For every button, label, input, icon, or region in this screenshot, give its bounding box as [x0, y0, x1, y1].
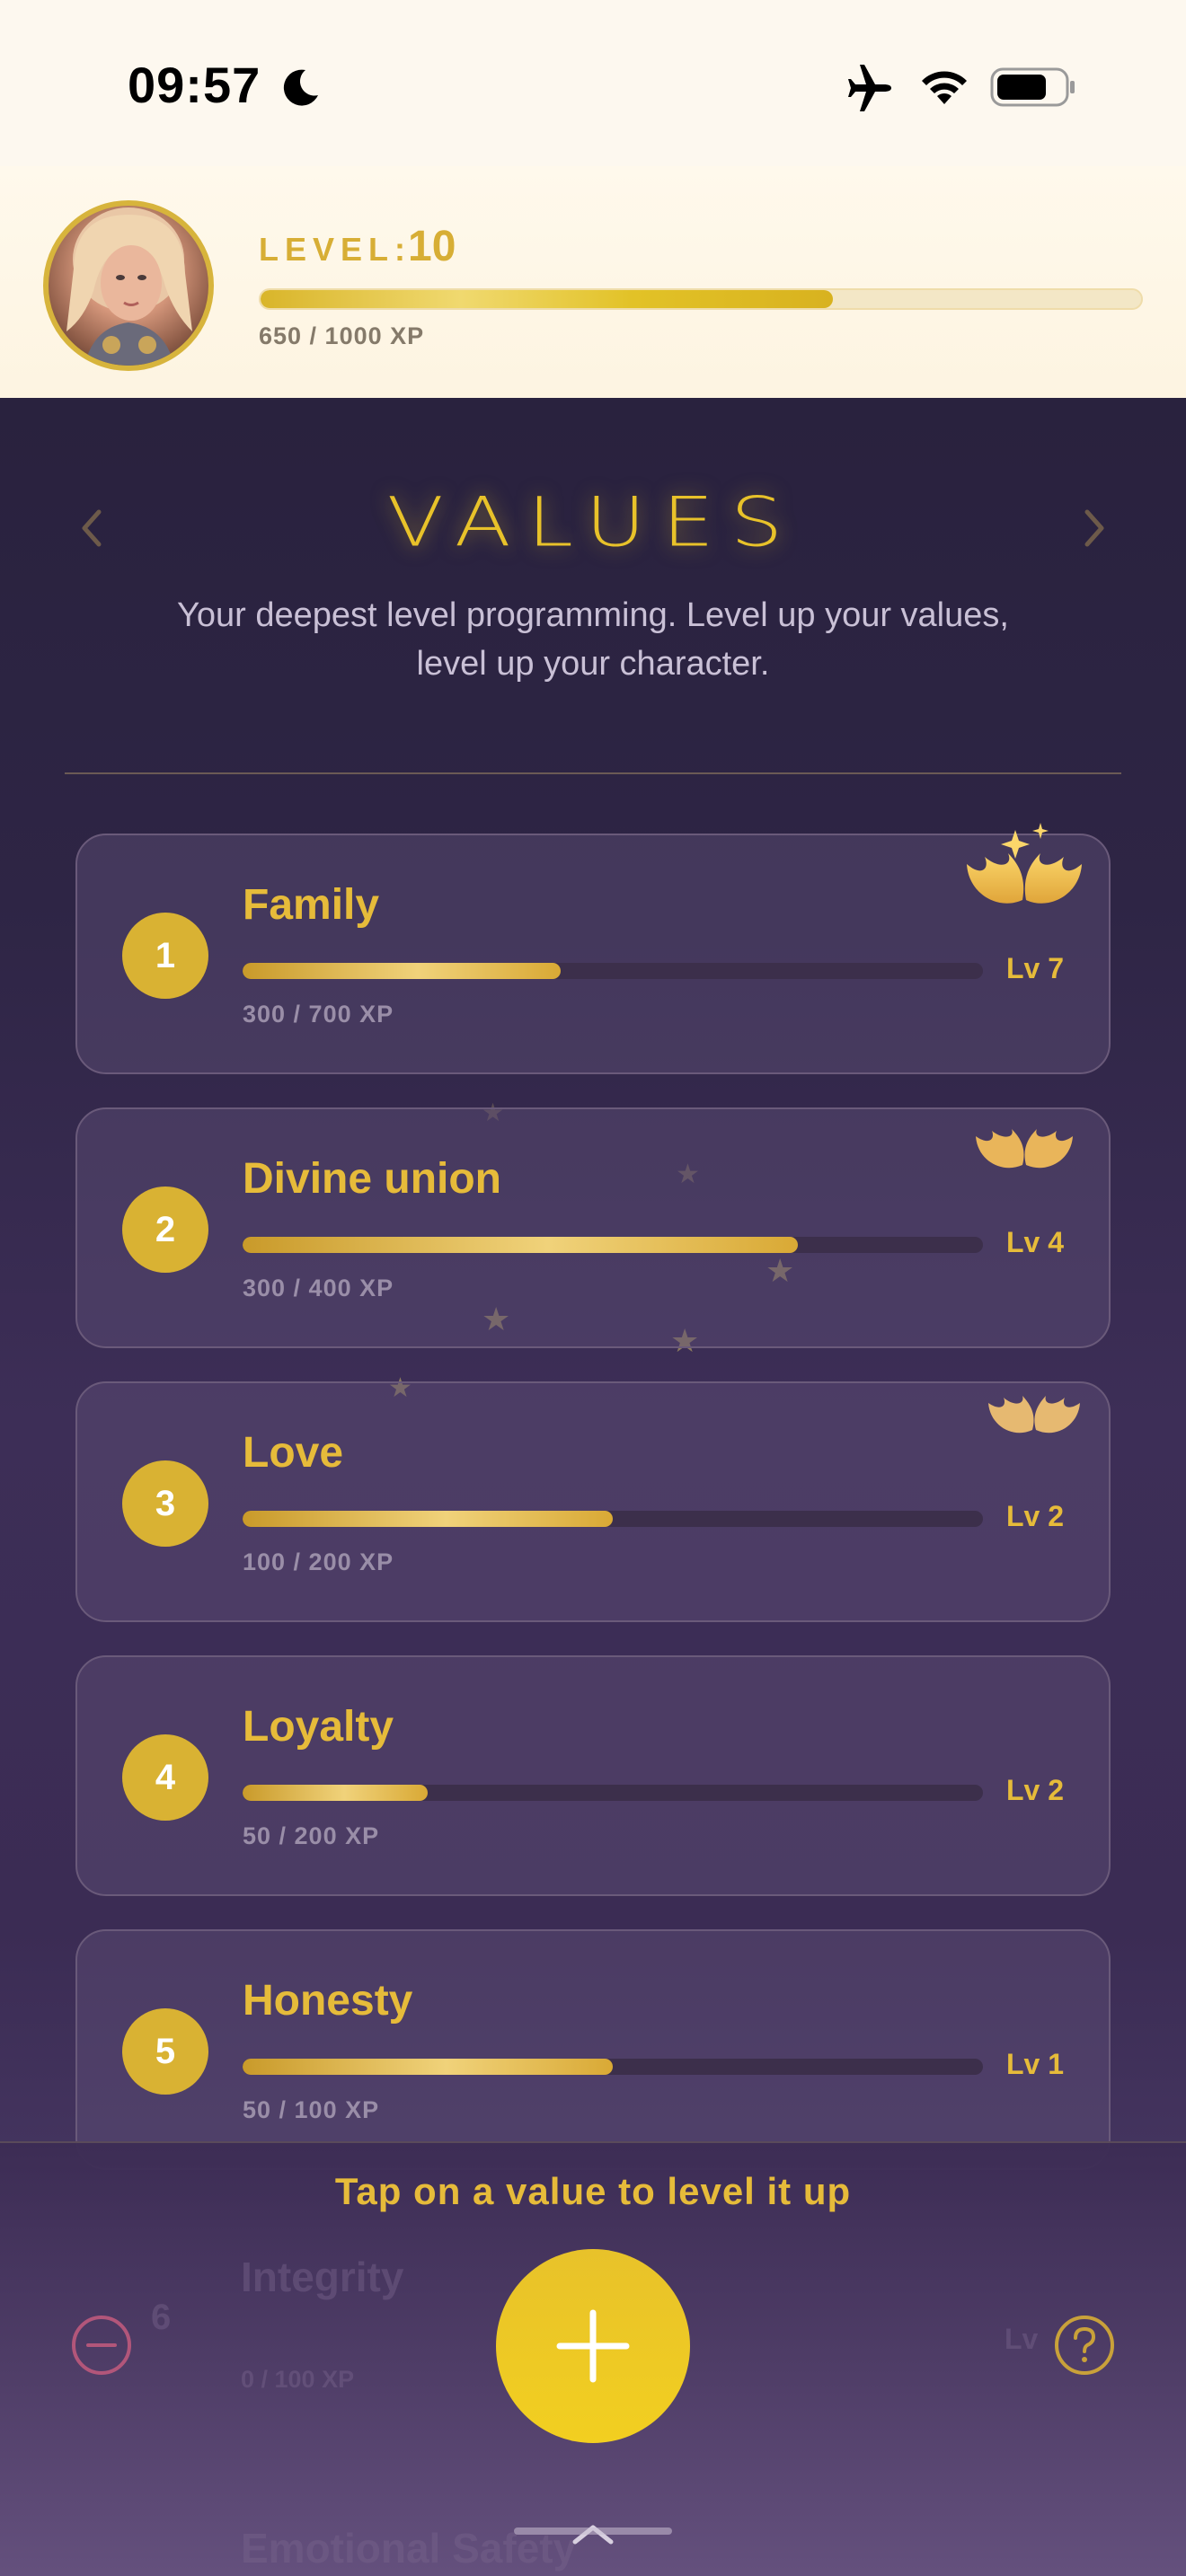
wings-icon	[988, 1396, 1080, 1434]
plus-icon	[556, 2309, 630, 2383]
divider	[65, 772, 1121, 774]
avatar[interactable]	[43, 200, 214, 371]
ghost-value-xp: 0 / 100 XP	[241, 2366, 355, 2393]
value-progress-fill	[243, 1511, 613, 1527]
value-card[interactable]: 5 Honesty Lv 1 50 / 100 XP	[75, 1929, 1111, 2170]
level-progress-bar	[259, 288, 1143, 310]
value-card[interactable]: 2 Divine union Lv 4 300 / 400 XP	[75, 1107, 1111, 1348]
value-progress-bar	[243, 1511, 983, 1527]
chevron-left-icon[interactable]	[72, 503, 111, 553]
value-card[interactable]: 1 Family Lv 7 300 / 700 XP	[75, 823, 1111, 1074]
value-name: Divine union	[243, 1155, 501, 1203]
value-level: Lv 7	[1005, 952, 1064, 984]
value-progress-fill	[243, 1785, 428, 1801]
value-progress-bar	[243, 1237, 983, 1253]
value-rank-badge: 3	[122, 1460, 208, 1547]
value-progress-fill	[243, 963, 562, 979]
value-name: Loyalty	[243, 1703, 394, 1751]
value-level: Lv 1	[1005, 2048, 1064, 2080]
level-progress-fill	[261, 290, 833, 308]
home-indicator[interactable]	[514, 2527, 672, 2535]
wifi-icon	[922, 71, 967, 104]
moon-icon	[283, 69, 318, 106]
page-title: VALUES	[234, 474, 952, 573]
value-xp-text: 300 / 700 XP	[243, 1001, 394, 1028]
bottom-action-panel: Tap on a value to level it up 6 Integrit…	[0, 2141, 1186, 2576]
ghost-value-name: Integrity	[241, 2254, 404, 2300]
value-level: Lv 2	[1005, 1500, 1064, 1532]
value-card[interactable]: 4 Loyalty Lv 2 50 / 200 XP	[75, 1655, 1111, 1896]
page-subtitle: Your deepest level programming. Level up…	[177, 596, 1009, 683]
page-title-text: VALUES	[386, 482, 800, 562]
level-value: 10	[408, 223, 456, 270]
value-xp-text: 50 / 100 XP	[243, 2096, 380, 2123]
value-progress-bar	[243, 2059, 983, 2075]
value-rank-badge: 5	[122, 2008, 208, 2095]
airplane-icon	[848, 65, 891, 111]
app-screen: 09:57 LEVEL: 10 650 / 1000 XP VALUES You…	[0, 0, 1186, 2576]
add-xp-button[interactable]	[496, 2249, 690, 2443]
value-name: Family	[243, 881, 380, 929]
minus-circle-icon[interactable]	[70, 2314, 133, 2377]
value-progress-bar	[243, 1785, 983, 1801]
value-rank-badge: 2	[122, 1187, 208, 1273]
value-xp-text: 300 / 400 XP	[243, 1275, 394, 1301]
value-xp-text: 50 / 200 XP	[243, 1822, 380, 1849]
ghost-value-number: 6	[151, 2298, 172, 2337]
chevron-right-icon[interactable]	[1075, 503, 1114, 553]
value-progress-bar	[243, 963, 983, 979]
value-level: Lv 2	[1005, 1774, 1064, 1806]
question-circle-icon[interactable]	[1053, 2314, 1116, 2377]
value-name: Love	[243, 1429, 344, 1477]
battery-icon	[990, 67, 1075, 107]
wings-icon	[976, 1129, 1073, 1169]
value-level: Lv 4	[1005, 1226, 1064, 1258]
value-rank-badge: 1	[122, 913, 208, 999]
value-rank-badge: 4	[122, 1734, 208, 1821]
ghost-value-level: Lv	[1005, 2323, 1039, 2355]
value-card[interactable]: 3 Love Lv 2 100 / 200 XP	[75, 1381, 1111, 1622]
status-time: 09:57	[128, 57, 261, 113]
status-bar: 09:57	[0, 0, 1186, 166]
value-progress-fill	[243, 2059, 613, 2075]
tap-hint: Tap on a value to level it up	[334, 2170, 852, 2212]
wings-icon	[967, 823, 1082, 904]
value-progress-fill	[243, 1237, 798, 1253]
level-header: LEVEL: 10 650 / 1000 XP	[0, 166, 1186, 398]
level-xp-text: 650 / 1000 XP	[259, 322, 425, 349]
avatar-portrait	[66, 207, 192, 366]
value-name: Honesty	[243, 1977, 413, 2025]
value-xp-text: 100 / 200 XP	[243, 1548, 394, 1575]
level-label: LEVEL:	[259, 231, 412, 268]
